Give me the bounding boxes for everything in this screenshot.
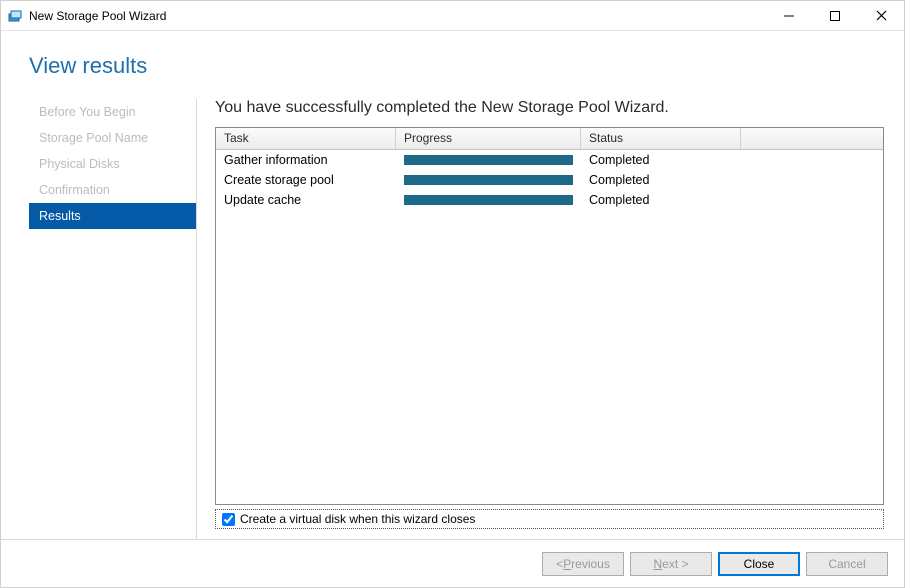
sidebar-item-before-you-begin[interactable]: Before You Begin (29, 99, 196, 125)
previous-button: < Previous (542, 552, 624, 576)
body: Before You Begin Storage Pool Name Physi… (1, 99, 904, 539)
column-header-progress[interactable]: Progress (396, 128, 581, 149)
window-controls (766, 1, 904, 30)
cancel-button: Cancel (806, 552, 888, 576)
task-status: Completed (581, 153, 741, 167)
task-table: Task Progress Status Gather information … (215, 127, 884, 505)
task-status: Completed (581, 173, 741, 187)
progress-bar (404, 155, 573, 165)
task-rows: Gather information Completed Create stor… (216, 150, 883, 504)
page-heading: View results (1, 31, 904, 99)
table-row: Gather information Completed (216, 150, 883, 170)
main-heading: You have successfully completed the New … (215, 99, 884, 127)
task-status: Completed (581, 193, 741, 207)
wizard-window: New Storage Pool Wizard View results Bef… (0, 0, 905, 588)
titlebar: New Storage Pool Wizard (1, 1, 904, 31)
create-virtual-disk-checkbox-row[interactable]: Create a virtual disk when this wizard c… (215, 509, 884, 529)
sidebar-item-physical-disks[interactable]: Physical Disks (29, 151, 196, 177)
task-progress (396, 195, 581, 205)
task-name: Update cache (216, 193, 396, 207)
content: View results Before You Begin Storage Po… (1, 31, 904, 539)
sidebar-item-storage-pool-name[interactable]: Storage Pool Name (29, 125, 196, 151)
create-virtual-disk-checkbox[interactable] (222, 513, 235, 526)
column-header-spacer (741, 128, 883, 149)
column-header-task[interactable]: Task (216, 128, 396, 149)
task-progress (396, 155, 581, 165)
wizard-steps-sidebar: Before You Begin Storage Pool Name Physi… (29, 99, 197, 539)
main-panel: You have successfully completed the New … (197, 99, 884, 539)
maximize-button[interactable] (812, 1, 858, 30)
app-icon (7, 8, 23, 24)
task-name: Gather information (216, 153, 396, 167)
sidebar-item-results[interactable]: Results (29, 203, 196, 229)
progress-bar (404, 195, 573, 205)
table-row: Update cache Completed (216, 190, 883, 210)
footer: < Previous Next > Close Cancel (1, 539, 904, 587)
window-title: New Storage Pool Wizard (29, 9, 166, 23)
table-row: Create storage pool Completed (216, 170, 883, 190)
task-progress (396, 175, 581, 185)
sidebar-item-confirmation[interactable]: Confirmation (29, 177, 196, 203)
close-button[interactable]: Close (718, 552, 800, 576)
progress-bar (404, 175, 573, 185)
task-table-header: Task Progress Status (216, 128, 883, 150)
close-window-button[interactable] (858, 1, 904, 30)
column-header-status[interactable]: Status (581, 128, 741, 149)
minimize-button[interactable] (766, 1, 812, 30)
next-button: Next > (630, 552, 712, 576)
checkbox-label: Create a virtual disk when this wizard c… (240, 512, 475, 526)
task-name: Create storage pool (216, 173, 396, 187)
